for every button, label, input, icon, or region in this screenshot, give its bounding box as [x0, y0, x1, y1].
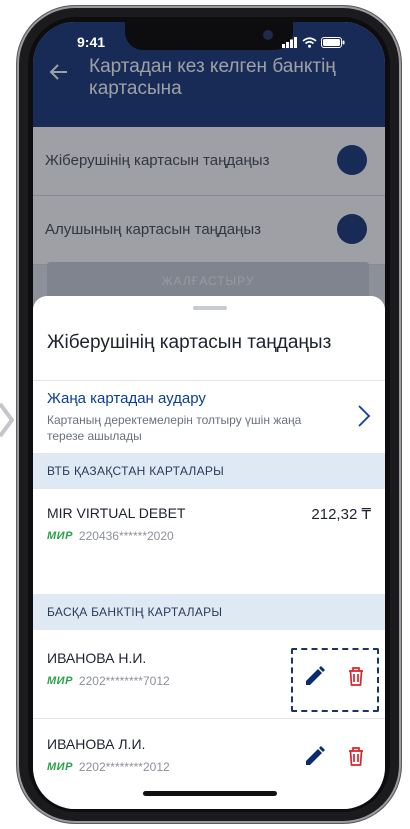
- divider: [33, 718, 385, 719]
- home-indicator[interactable]: [143, 791, 277, 796]
- card-number-line: МИР 2202********7012: [47, 674, 170, 688]
- actions-highlight-box: [291, 648, 379, 712]
- section-title: БАСҚА БАНКТІҢ КАРТАЛАРЫ: [47, 605, 223, 619]
- new-card-title: Жаңа картадан аудару: [47, 390, 206, 407]
- card-item[interactable]: ИВАНОВА Л.И. МИР 2202********2012: [33, 720, 385, 790]
- sheet-grab-handle[interactable]: [193, 306, 227, 310]
- card-number: 220436******2020: [78, 529, 174, 543]
- mir-logo: МИР: [47, 530, 73, 542]
- card-name: ИВАНОВА Л.И.: [47, 736, 146, 752]
- wifi-icon: [302, 37, 317, 48]
- card-name: MIR VIRTUAL DEBET: [47, 505, 186, 521]
- edit-pencil-icon[interactable]: [303, 744, 327, 768]
- new-card-description: Картаның деректемелерін толтыру үшін жаң…: [47, 413, 302, 443]
- card-name: ИВАНОВА Н.И.: [47, 650, 147, 666]
- sheet-title: Жіберушінің картасын таңдаңыз: [47, 332, 332, 353]
- mir-logo: МИР: [47, 761, 73, 773]
- status-time: 9:41: [77, 34, 106, 50]
- section-header-other-bank: БАСҚА БАНКТІҢ КАРТАЛАРЫ: [33, 594, 385, 630]
- signal-icon: [282, 37, 297, 48]
- battery-icon: [321, 37, 345, 48]
- new-card-transfer-item[interactable]: Жаңа картадан аудару Картаның деректемел…: [33, 380, 385, 453]
- card-number-line: МИР 220436******2020: [47, 529, 174, 543]
- card-number-line: МИР 2202********2012: [47, 760, 170, 774]
- section-title: ВТБ ҚАЗАҚСТАН КАРТАЛАРЫ: [47, 464, 225, 478]
- chevron-right-icon: [358, 405, 371, 427]
- card-number: 2202********2012: [78, 760, 170, 774]
- phone-screen: Картадан кез келген банктің картасына Жі…: [33, 22, 385, 809]
- status-bar: 9:41: [33, 34, 385, 54]
- status-icons: [282, 37, 345, 48]
- card-balance: 212,32 ₸: [311, 506, 371, 523]
- section-header-vtb: ВТБ ҚАЗАҚСТАН КАРТАЛАРЫ: [33, 453, 385, 489]
- card-select-sheet: Жіберушінің картасын таңдаңыз Жаңа карта…: [33, 296, 385, 809]
- side-chevron-icon: [0, 402, 14, 438]
- trash-icon[interactable]: [344, 744, 368, 768]
- mir-logo: МИР: [47, 675, 73, 687]
- card-number: 2202********7012: [78, 674, 170, 688]
- card-item[interactable]: MIR VIRTUAL DEBET МИР 220436******2020 2…: [33, 489, 385, 559]
